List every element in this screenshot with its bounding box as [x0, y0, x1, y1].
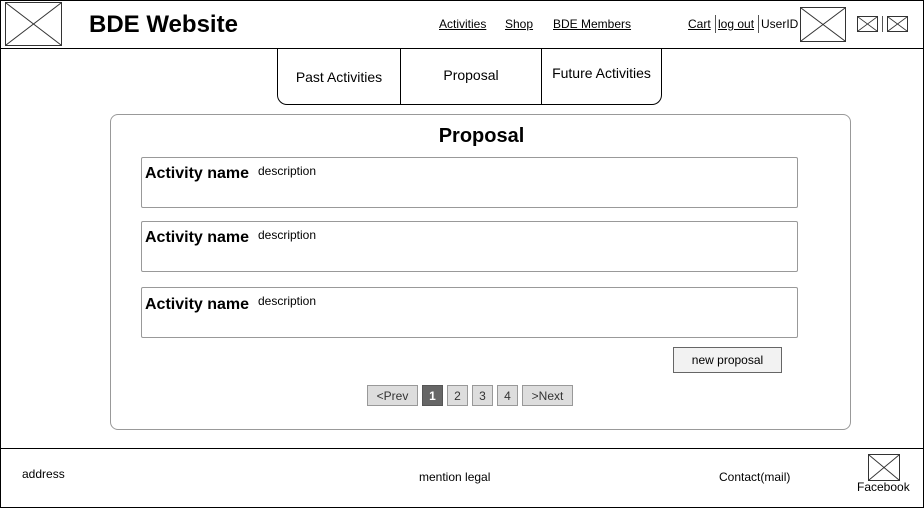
activity-name: Activity name: [145, 229, 250, 246]
tab-proposal[interactable]: Proposal: [401, 49, 541, 104]
activity-description: description: [258, 294, 317, 308]
tab-past-activities[interactable]: Past Activities: [278, 49, 400, 104]
activity-name: Activity name: [145, 165, 250, 182]
activity-tabs: Past Activities Proposal Future Activiti…: [277, 49, 662, 105]
panel-title: Proposal: [438, 125, 525, 147]
site-title: BDE Website: [89, 11, 238, 38]
activity-description: description: [258, 164, 317, 178]
activity-card[interactable]: Activity name description: [141, 157, 798, 208]
footer-divider: [0, 448, 924, 449]
nav-link-bde-members[interactable]: BDE Members: [553, 17, 631, 31]
cart-link[interactable]: Cart: [688, 17, 711, 31]
header-separator: [758, 15, 759, 33]
footer-contact[interactable]: Contact(mail): [719, 470, 790, 484]
logout-link[interactable]: log out: [718, 17, 754, 31]
pagination-next-button[interactable]: >Next: [522, 385, 573, 406]
facebook-icon[interactable]: [868, 454, 900, 481]
nav-link-shop[interactable]: Shop: [505, 17, 533, 31]
pagination-page-2[interactable]: 2: [447, 385, 468, 406]
pagination-page-3[interactable]: 3: [472, 385, 493, 406]
avatar[interactable]: [800, 7, 846, 42]
footer-address: address: [22, 467, 65, 481]
header-separator: [715, 15, 716, 33]
tab-future-activities[interactable]: Future Activities: [542, 49, 661, 104]
nav-link-activities[interactable]: Activities: [439, 17, 486, 31]
header-separator: [882, 16, 883, 32]
activity-card[interactable]: Activity name description: [141, 287, 798, 338]
user-id-label: UserID: [761, 17, 799, 31]
pagination-page-1[interactable]: 1: [422, 385, 443, 406]
activity-description: description: [258, 228, 317, 242]
logo-image: [5, 2, 62, 46]
pagination-page-4[interactable]: 4: [497, 385, 518, 406]
new-proposal-button[interactable]: new proposal: [673, 347, 782, 373]
pagination-prev-button[interactable]: <Prev: [367, 385, 418, 406]
activity-name: Activity name: [145, 296, 250, 313]
notification-icon[interactable]: [887, 16, 908, 32]
facebook-label[interactable]: Facebook: [857, 480, 910, 494]
activity-card[interactable]: Activity name description: [141, 221, 798, 272]
footer-legal[interactable]: mention legal: [419, 470, 490, 484]
mail-icon[interactable]: [857, 16, 878, 32]
